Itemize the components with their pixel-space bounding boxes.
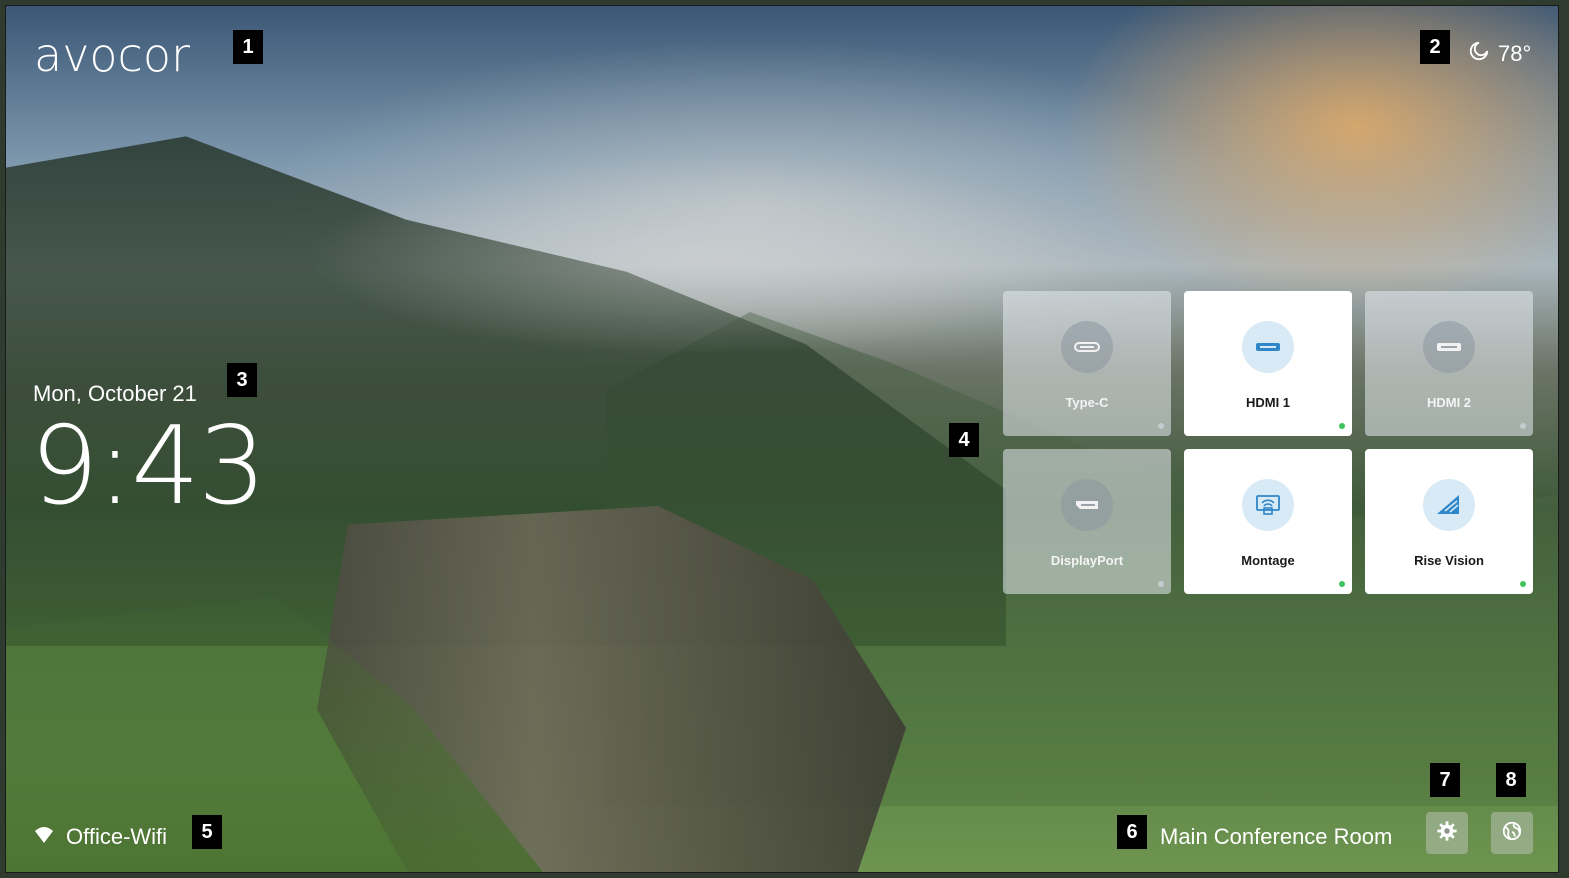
status-dot	[1158, 423, 1164, 429]
background-fog	[306, 156, 1106, 356]
network-name: Office-Wifi	[66, 824, 168, 849]
status-dot	[1158, 581, 1164, 587]
status-dot	[1520, 581, 1526, 587]
source-tiles-grid: Type-C HDMI 1 HDMI 2 DisplayPort Montage…	[1003, 291, 1535, 594]
hdmi-icon	[1242, 321, 1294, 373]
status-dot	[1339, 581, 1345, 587]
globe-icon	[1501, 820, 1523, 847]
source-label: Type-C	[1065, 395, 1109, 410]
room-name: Main Conference Room	[1160, 824, 1393, 849]
source-tile-type-c[interactable]: Type-C	[1003, 291, 1171, 436]
montage-icon	[1242, 479, 1294, 531]
settings-button[interactable]	[1426, 812, 1468, 854]
annotation-badge-7: 7	[1430, 763, 1460, 797]
source-tile-rise-vision[interactable]: Rise Vision	[1365, 449, 1533, 594]
annotation-badge-3: 3	[227, 363, 257, 397]
source-label: HDMI 2	[1426, 395, 1472, 410]
source-label: DisplayPort	[1050, 553, 1124, 568]
displayport-icon	[1061, 479, 1113, 531]
source-label: HDMI 1	[1245, 395, 1291, 410]
rise-vision-icon	[1423, 479, 1475, 531]
status-dot	[1339, 423, 1345, 429]
home-screen: avocor 1 2 78° 3 Mon, October 21 9:43 4 …	[5, 5, 1559, 873]
source-tile-hdmi-1[interactable]: HDMI 1	[1184, 291, 1352, 436]
hdmi-icon	[1423, 321, 1475, 373]
source-label: Rise Vision	[1414, 553, 1484, 568]
annotation-badge-4: 4	[949, 423, 979, 457]
status-dot	[1520, 423, 1526, 429]
annotation-badge-5: 5	[192, 815, 222, 849]
annotation-badge-2: 2	[1420, 30, 1450, 64]
usb-c-icon	[1061, 321, 1113, 373]
wifi-icon	[34, 824, 54, 850]
gear-icon	[1436, 820, 1458, 847]
annotation-badge-8: 8	[1496, 763, 1526, 797]
weather-widget: 78°	[1468, 40, 1531, 68]
source-tile-displayport[interactable]: DisplayPort	[1003, 449, 1171, 594]
clock-time: 9:43	[30, 404, 267, 529]
globe-button[interactable]	[1491, 812, 1533, 854]
source-tile-hdmi-2[interactable]: HDMI 2	[1365, 291, 1533, 436]
temperature-text: 78°	[1498, 41, 1532, 66]
annotation-badge-6: 6	[1117, 815, 1147, 849]
annotation-badge-1: 1	[233, 30, 263, 64]
moon-icon	[1468, 40, 1490, 68]
source-label: Montage	[1241, 553, 1295, 568]
avocor-logo: avocor	[34, 28, 190, 82]
source-tile-montage[interactable]: Montage	[1184, 449, 1352, 594]
wifi-status[interactable]: Office-Wifi	[34, 824, 167, 850]
